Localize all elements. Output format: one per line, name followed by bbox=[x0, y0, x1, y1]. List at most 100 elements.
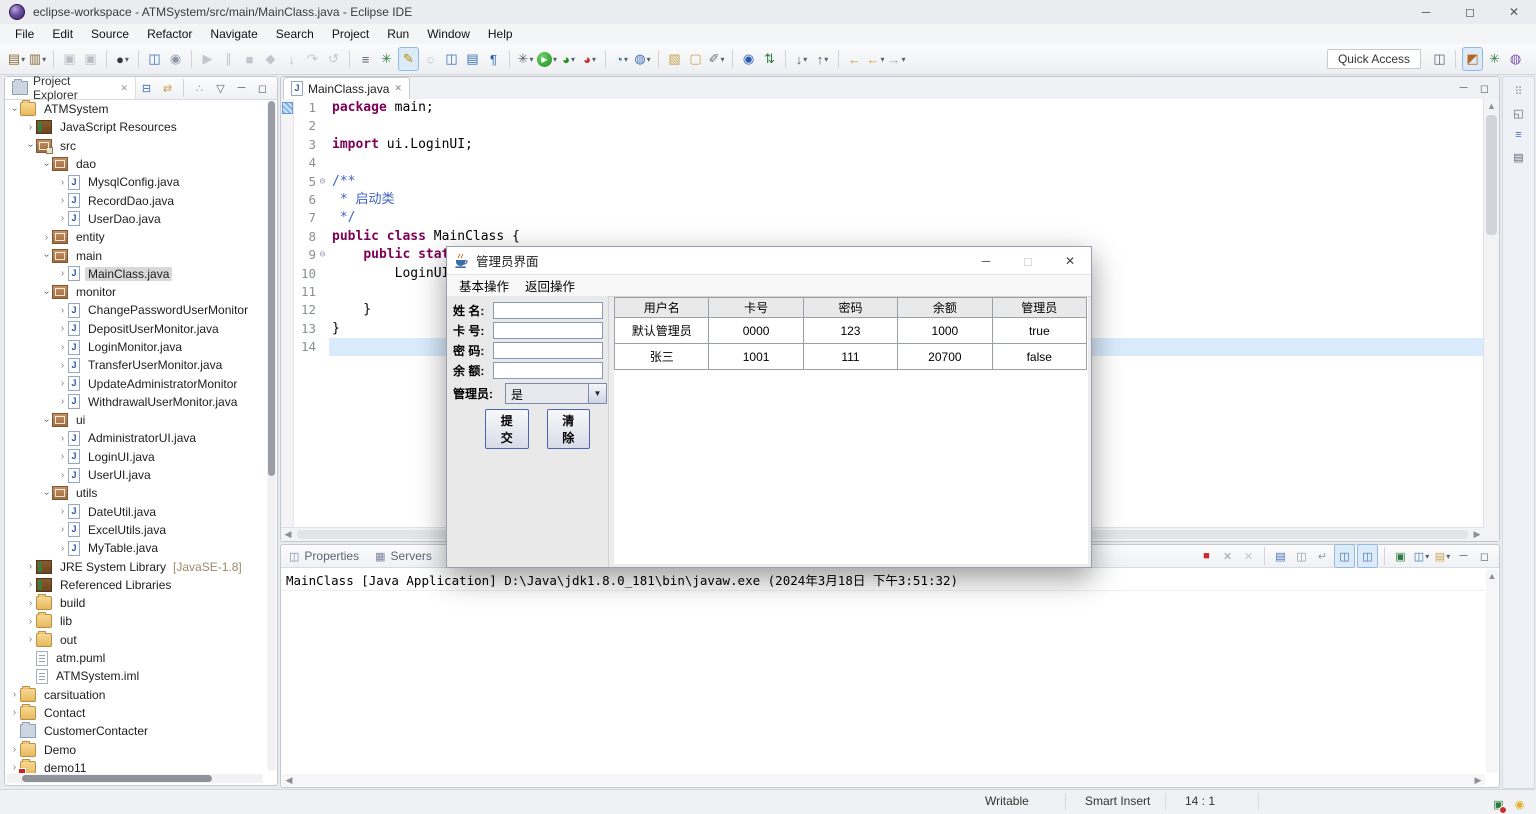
editor-vertical-scrollbar[interactable]: ▲ bbox=[1483, 99, 1499, 541]
table-row[interactable]: 张三100111120700false bbox=[615, 344, 1087, 370]
tree-item-depositusermonitor-java[interactable]: ›DepositUserMonitor.java bbox=[5, 320, 265, 338]
restore-view-icon[interactable]: ◱ bbox=[1509, 102, 1528, 124]
tree-item-carsituation[interactable]: ›carsituation bbox=[5, 686, 265, 704]
maximize-icon[interactable]: ◻ bbox=[253, 77, 272, 99]
expand-arrow-icon[interactable]: › bbox=[57, 543, 68, 554]
tree-item-main[interactable]: ›main bbox=[5, 246, 265, 264]
terminate-icon[interactable]: ■ bbox=[1197, 545, 1216, 567]
forward-icon[interactable]: →▾ bbox=[887, 48, 906, 70]
code-line-5[interactable]: 5⊖/** bbox=[294, 173, 1483, 191]
disconnect-icon[interactable]: ◆ bbox=[261, 48, 280, 70]
expand-arrow-icon[interactable]: › bbox=[57, 506, 68, 517]
expand-arrow-icon[interactable]: › bbox=[57, 342, 68, 353]
collapse-arrow-icon[interactable]: › bbox=[41, 159, 52, 170]
new-icon[interactable]: ▤▾ bbox=[7, 48, 26, 70]
tree-item-mysqlconfig-java[interactable]: ›MysqlConfig.java bbox=[5, 173, 265, 191]
quick-access-button[interactable]: Quick Access bbox=[1327, 49, 1421, 69]
scroll-up-icon[interactable]: ▲ bbox=[1487, 99, 1496, 113]
annotate-icon[interactable]: ✐▾ bbox=[707, 48, 726, 70]
users-table[interactable]: 用户名卡号密码余额管理员 默认管理员00001231000true张三10011… bbox=[614, 297, 1087, 370]
tab-project-explorer[interactable]: Project Explorer ✕ bbox=[5, 77, 136, 99]
tree-item-dateutil-java[interactable]: ›DateUtil.java bbox=[5, 503, 265, 521]
search-flashlight-icon[interactable]: ◉ bbox=[166, 48, 185, 70]
collapse-arrow-icon[interactable]: › bbox=[41, 488, 52, 499]
code-line-1[interactable]: 1package main; bbox=[294, 99, 1483, 117]
maximize-button[interactable]: ◻ bbox=[1448, 0, 1492, 24]
scroll-up-icon[interactable]: ▲ bbox=[1486, 569, 1498, 583]
tab-close-icon[interactable]: ✕ bbox=[120, 83, 128, 94]
expand-arrow-icon[interactable]: › bbox=[57, 378, 68, 389]
tree-item-userdao-java[interactable]: ›UserDao.java bbox=[5, 210, 265, 228]
java-perspective-icon[interactable]: ✳ bbox=[1485, 48, 1504, 70]
java-ee-perspective-icon[interactable]: ◩ bbox=[1462, 47, 1483, 71]
save-icon[interactable]: ▣ bbox=[60, 48, 79, 70]
tree-item-demo11[interactable]: ›demo11 bbox=[5, 759, 265, 773]
web-browser-icon[interactable]: ◉ bbox=[739, 48, 758, 70]
expand-arrow-icon[interactable]: › bbox=[25, 616, 36, 627]
menu-edit[interactable]: Edit bbox=[43, 27, 82, 41]
new-console-view-icon[interactable]: ▤▾ bbox=[1433, 545, 1452, 567]
fold-marker-icon[interactable]: ⊖ bbox=[316, 246, 329, 264]
expand-arrow-icon[interactable]: › bbox=[57, 323, 68, 334]
code-line-6[interactable]: 6 * 启动类 bbox=[294, 191, 1483, 209]
expand-arrow-icon[interactable]: › bbox=[25, 598, 36, 609]
outline-icon[interactable]: ≡ bbox=[1509, 124, 1528, 146]
submit-button[interactable]: 提交 bbox=[485, 409, 529, 449]
word-wrap-icon[interactable]: ↵ bbox=[1313, 545, 1332, 567]
save-all-icon[interactable]: ▣ bbox=[81, 48, 100, 70]
tree-item-out[interactable]: ›out bbox=[5, 631, 265, 649]
drag-handle-icon[interactable]: ⠿ bbox=[1509, 80, 1528, 102]
expand-arrow-icon[interactable]: › bbox=[41, 232, 52, 243]
expand-arrow-icon[interactable]: › bbox=[57, 470, 68, 481]
code-line-3[interactable]: 3import ui.LoginUI; bbox=[294, 136, 1483, 154]
expand-arrow-icon[interactable]: › bbox=[57, 524, 68, 535]
tip-of-day-icon[interactable]: ◉ bbox=[1510, 793, 1529, 814]
link-with-editor-icon[interactable]: ⇄ bbox=[158, 77, 177, 99]
table-header[interactable]: 余额 bbox=[898, 298, 992, 318]
expand-arrow-icon[interactable]: › bbox=[25, 634, 36, 645]
last-edit-location-icon[interactable]: ← bbox=[845, 48, 864, 70]
debug-perspective-icon[interactable]: ◍ bbox=[1506, 48, 1525, 70]
chevron-down-icon[interactable]: ▼ bbox=[588, 384, 606, 403]
tree-item-demo[interactable]: ›Demo bbox=[5, 740, 265, 758]
tab-mainclass-java[interactable]: MainClass.java ✕ bbox=[283, 77, 410, 99]
spring-tool-icon[interactable]: ◍▾ bbox=[633, 48, 652, 70]
close-button[interactable]: ✕ bbox=[1049, 247, 1091, 274]
expand-arrow-icon[interactable]: › bbox=[57, 360, 68, 371]
tree-item-build[interactable]: ›build bbox=[5, 594, 265, 612]
clear-button[interactable]: 清除 bbox=[547, 409, 591, 449]
field-input-0[interactable] bbox=[493, 302, 603, 319]
minimize-button[interactable]: ─ bbox=[1404, 0, 1448, 24]
menu-source[interactable]: Source bbox=[82, 27, 138, 41]
tree-item-transferusermonitor-java[interactable]: ›TransferUserMonitor.java bbox=[5, 356, 265, 374]
expand-arrow-icon[interactable]: › bbox=[25, 561, 36, 572]
show-on-output-icon[interactable]: ◫ bbox=[1357, 544, 1378, 568]
menu-refactor[interactable]: Refactor bbox=[138, 27, 201, 41]
expand-arrow-icon[interactable]: › bbox=[9, 744, 20, 755]
maximize-icon[interactable]: ◻ bbox=[1475, 545, 1494, 567]
console-vertical-scrollbar[interactable]: ▲ bbox=[1486, 569, 1498, 773]
field-input-1[interactable] bbox=[493, 322, 603, 339]
tree-item-javascript-resources[interactable]: ›JavaScript Resources bbox=[5, 118, 265, 136]
expand-arrow-icon[interactable]: › bbox=[57, 268, 68, 279]
scroll-lock-icon[interactable]: ◫ bbox=[1292, 545, 1311, 567]
open-type-icon[interactable]: ▧ bbox=[665, 48, 684, 70]
admin-combobox[interactable]: 是 ▼ bbox=[505, 383, 607, 404]
tree-item-withdrawalusermonitor-java[interactable]: ›WithdrawalUserMonitor.java bbox=[5, 393, 265, 411]
tree-item-lib[interactable]: ›lib bbox=[5, 612, 265, 630]
open-resource-icon[interactable]: ▢ bbox=[686, 48, 705, 70]
table-row[interactable]: 默认管理员00001231000true bbox=[615, 318, 1087, 344]
remove-launch-icon[interactable]: ✕ bbox=[1218, 545, 1237, 567]
code-line-8[interactable]: 8public class MainClass { bbox=[294, 228, 1483, 246]
table-header[interactable]: 用户名 bbox=[615, 298, 709, 318]
terminate-icon[interactable]: ■ bbox=[240, 48, 259, 70]
minimize-icon[interactable]: ─ bbox=[1454, 77, 1473, 99]
step-into-icon[interactable]: ↓ bbox=[282, 48, 301, 70]
display-selected-console-icon[interactable]: ▣ bbox=[1391, 545, 1410, 567]
tree-item-administratorui-java[interactable]: ›AdministratorUI.java bbox=[5, 429, 265, 447]
back-icon[interactable]: ←▾ bbox=[866, 48, 885, 70]
show-whitespace-icon[interactable]: ¶ bbox=[484, 48, 503, 70]
fold-marker-icon[interactable]: ⊖ bbox=[316, 173, 329, 191]
expand-arrow-icon[interactable]: › bbox=[9, 689, 20, 700]
new-project-icon[interactable]: ▥▾ bbox=[28, 48, 47, 70]
